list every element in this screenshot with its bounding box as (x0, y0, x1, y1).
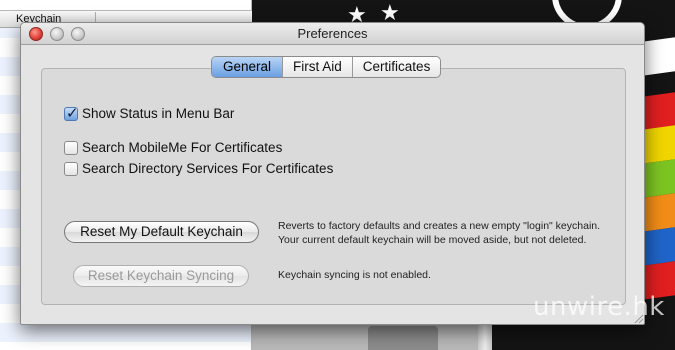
reset-keychain-syncing-button: Reset Keychain Syncing (73, 265, 249, 287)
watermark-text: unwire.hk (533, 292, 665, 322)
tab-general[interactable]: General (212, 57, 283, 77)
show-status-checkbox[interactable]: ✓ (64, 104, 79, 122)
show-status-label[interactable]: Show Status in Menu Bar (82, 106, 234, 121)
tab-first-aid[interactable]: First Aid (282, 57, 352, 77)
wallpaper-star-icon: ★ (380, 0, 400, 25)
reset-default-description-line1: Reverts to factory defaults and creates … (278, 220, 601, 232)
preferences-tab-bar: General First Aid Certificates (211, 56, 442, 78)
window-title: Preferences (297, 26, 368, 41)
keychain-syncing-status: Keychain syncing is not enabled. (278, 269, 431, 281)
window-titlebar[interactable]: Preferences (21, 23, 644, 45)
reset-default-keychain-button[interactable]: Reset My Default Keychain (64, 221, 259, 243)
search-directory-checkbox[interactable] (64, 161, 78, 176)
search-directory-checkbox-row[interactable]: Search Directory Services For Certificat… (64, 161, 333, 176)
search-mobileme-label[interactable]: Search MobileMe For Certificates (82, 140, 282, 155)
preferences-window: Preferences General First Aid Certificat… (20, 22, 645, 325)
search-mobileme-checkbox-row[interactable]: Search MobileMe For Certificates (64, 140, 282, 155)
background-tile (368, 326, 438, 350)
tab-certificates[interactable]: Certificates (351, 57, 441, 77)
reset-default-description: Reverts to factory defaults and creates … (278, 220, 600, 247)
show-status-checkbox-row[interactable]: ✓ Show Status in Menu Bar (64, 104, 234, 122)
reset-default-description-line2: Your current default keychain will be mo… (278, 233, 587, 246)
search-directory-label[interactable]: Search Directory Services For Certificat… (82, 161, 333, 176)
checkmark-icon: ✓ (66, 104, 79, 122)
search-mobileme-checkbox[interactable] (64, 140, 78, 155)
